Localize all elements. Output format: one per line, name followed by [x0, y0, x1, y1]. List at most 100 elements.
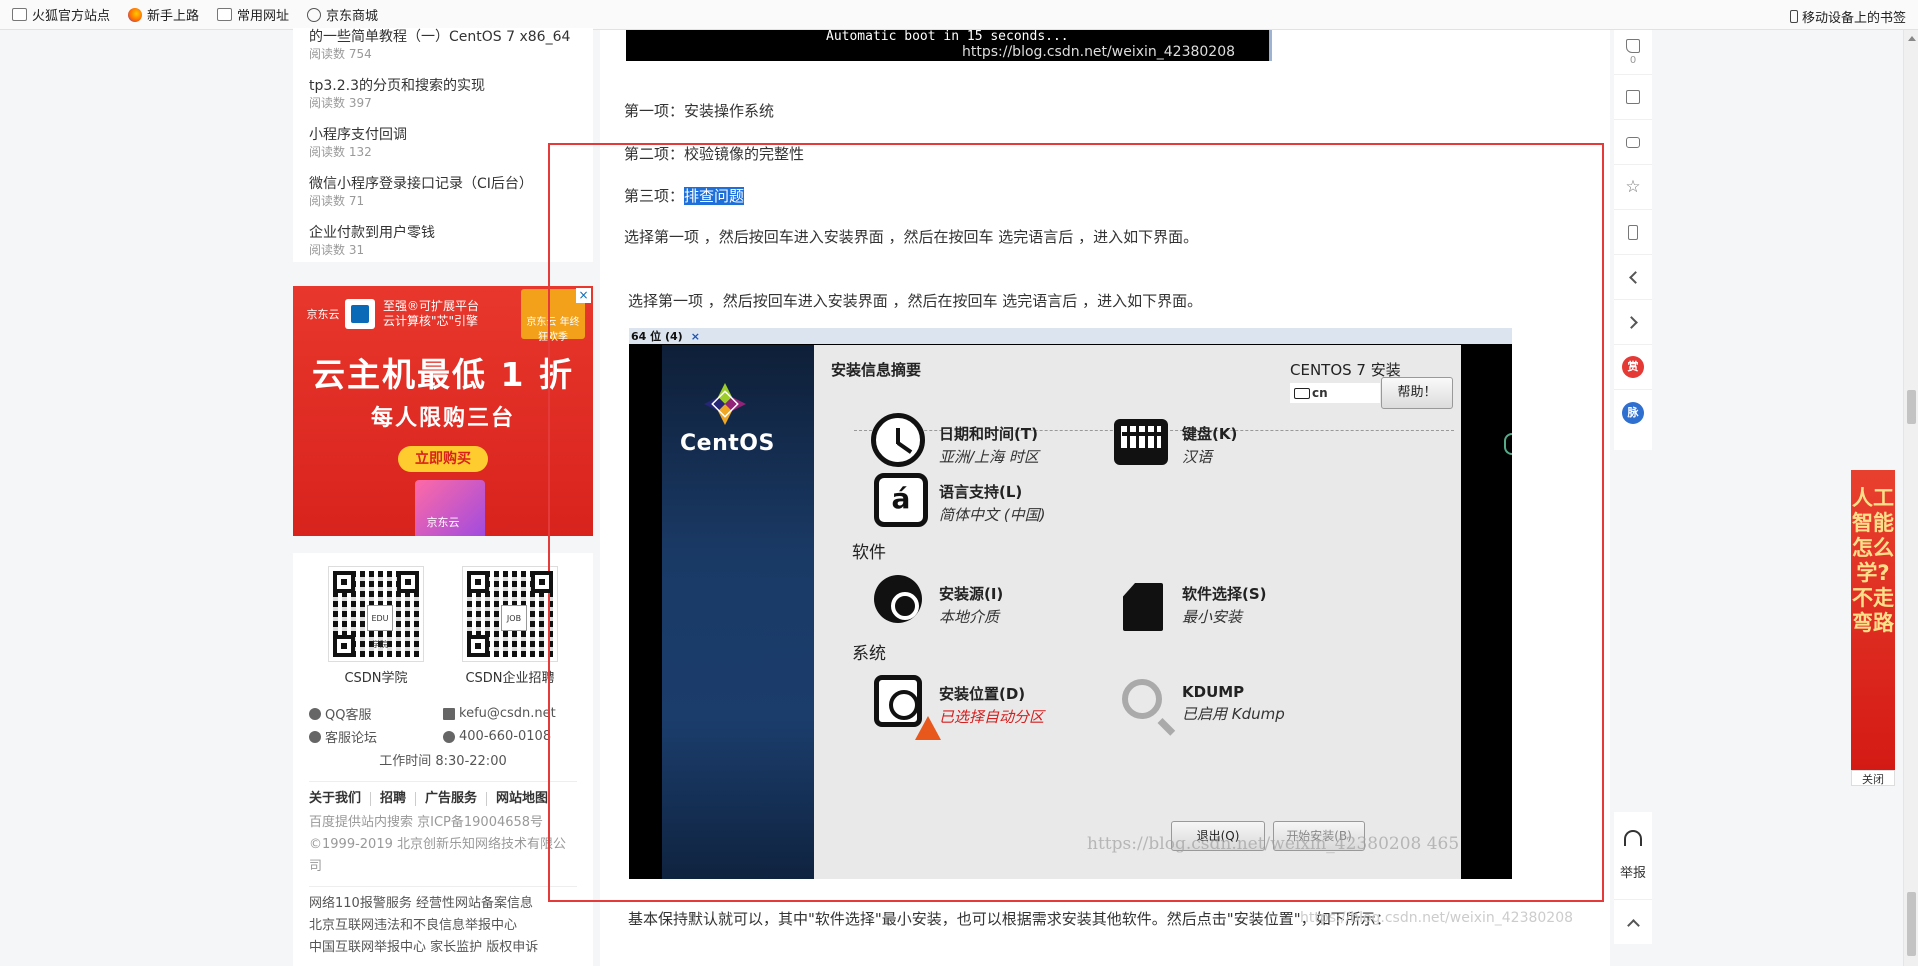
mobile-bookmarks[interactable]: 移动设备上的书签 — [1789, 7, 1906, 26]
phone-icon — [1789, 10, 1798, 23]
qq-label: QQ客服 — [325, 708, 372, 723]
paragraph-prefix: 第三项： — [624, 187, 685, 205]
ai-course-ad[interactable]: 人工智能怎么学?不走弯路 — [1851, 470, 1895, 770]
report-link[interactable]: 北京互联网违法和不良信息举报中心 — [309, 915, 577, 937]
list-item[interactable]: tp3.2.3的分页和搜索的实现 阅读数 397 — [309, 77, 579, 111]
spoke-name: KDUMP — [1182, 683, 1245, 701]
spoke-name: 键盘(K) — [1182, 425, 1238, 443]
ad-buy-button[interactable]: 立即购买 — [398, 446, 488, 472]
ad-headline: 云主机最低 1 折 — [312, 355, 574, 394]
image-watermark: https://blog.csdn.net/weixin_42380208 46… — [1087, 834, 1460, 854]
spoke-status: 亚洲/上海 时区 — [939, 448, 1039, 466]
spoke-status: 已选择自动分区 — [939, 708, 1045, 726]
read-count: 阅读数 754 — [309, 47, 372, 61]
forum-link[interactable]: 客服论坛 — [309, 727, 443, 746]
qq-icon — [309, 707, 321, 720]
page-scrollbar[interactable] — [1903, 30, 1918, 966]
list-item[interactable]: 微信小程序登录接口记录（CI后台） 阅读数 71 — [309, 175, 579, 209]
star-icon: ☆ — [1625, 177, 1641, 197]
bookmark-item[interactable]: 火狐官方站点 — [12, 5, 110, 24]
paragraph: 第一项：安装操作系统 — [624, 102, 775, 120]
keyboard-spoke[interactable]: 键盘(K) 汉语 — [1182, 423, 1237, 467]
footer-link[interactable]: 关于我们 — [309, 792, 370, 806]
selected-text: 排查问题 — [684, 187, 745, 205]
previous-button[interactable] — [1614, 255, 1652, 300]
ad-text: 人工智能怎么学?不走弯路 — [1852, 486, 1894, 635]
article-title[interactable]: 的一些简单教程（一）CentOS 7 x86_64 — [309, 28, 579, 46]
ad-close-button[interactable]: 关闭 — [1851, 770, 1895, 786]
favorite-button[interactable]: ☆ — [1614, 165, 1652, 210]
bookmark-label: 新手上路 — [147, 9, 200, 24]
qr-csdn-edu: EDU 学院 CSDN学院 — [328, 566, 424, 686]
read-count: 阅读数 31 — [309, 243, 365, 257]
comment-button[interactable] — [1614, 120, 1652, 165]
package-icon — [1123, 583, 1163, 631]
ad-subtitle: 云计算核"芯"引擎 — [383, 314, 479, 328]
install-source-spoke[interactable]: 安装源(I) 本地介质 — [939, 583, 1003, 627]
bookmark-label: 京东商城 — [326, 9, 379, 24]
footer-link[interactable]: 广告服务 — [415, 792, 486, 806]
list-item[interactable]: 小程序支付回调 阅读数 132 — [309, 126, 579, 160]
spoke-name: 安装源(I) — [939, 585, 1004, 603]
disc-icon — [874, 575, 922, 623]
comment-icon — [1626, 136, 1640, 148]
back-to-top-button[interactable] — [1614, 900, 1652, 944]
qr-code-icon: EDU 学院 — [328, 566, 424, 662]
language-spoke[interactable]: 语言支持(L) 简体中文 (中国) — [939, 481, 1045, 525]
spoke-name: 语言支持(L) — [939, 483, 1023, 501]
footer-links: 关于我们 招聘 广告服务 网站地图 — [309, 781, 577, 806]
scroll-thumb-secondary[interactable] — [1907, 892, 1916, 956]
mail-icon — [443, 707, 455, 720]
mobile-view-button[interactable] — [1614, 210, 1652, 255]
vm-border — [1461, 345, 1512, 879]
email-link[interactable]: kefu@csdn.net — [443, 704, 577, 723]
summary-title: 安装信息摘要 — [831, 361, 922, 379]
bookmark-item[interactable]: 常用网址 — [217, 5, 289, 24]
footer-link[interactable]: 招聘 — [370, 792, 415, 806]
pulse-button[interactable]: 脉 — [1614, 390, 1652, 435]
datetime-spoke[interactable]: 日期和时间(T) 亚洲/上海 时区 — [939, 423, 1039, 467]
icp-line[interactable]: 百度提供站内搜索 京ICP备19004658号 — [309, 812, 577, 834]
jdcloud-ad[interactable]: × 京东云 至强®可扩展平台 云计算核"芯"引擎 京东云 年终 狂欢季 云主机最… — [293, 286, 593, 536]
spoke-status: 汉语 — [1182, 448, 1213, 466]
ad-close-icon[interactable]: × — [576, 288, 591, 303]
scroll-thumb[interactable] — [1907, 390, 1916, 424]
scroll-up-icon[interactable] — [1908, 36, 1916, 41]
legal-info: 百度提供站内搜索 京ICP备19004658号 ©1999-2019 北京创新乐… — [309, 812, 577, 878]
install-destination-spoke[interactable]: 安装位置(D) 已选择自动分区 — [939, 683, 1044, 727]
article-title[interactable]: 小程序支付回调 — [309, 126, 579, 144]
share-button[interactable] — [1614, 75, 1652, 120]
qr-csdn-job: JOB CSDN企业招聘 — [462, 566, 558, 686]
like-button[interactable]: 0 — [1614, 30, 1652, 75]
language-icon: á — [874, 473, 928, 527]
article-title[interactable]: tp3.2.3的分页和搜索的实现 — [309, 77, 579, 95]
report-button[interactable]: 举报 — [1614, 812, 1652, 900]
centos-installer-screenshot: 64 位 (4) × CentOS 安装信息摘要 CENTOS 7 安装 cn 帮… — [629, 328, 1512, 879]
reward-button[interactable]: 赏 — [1614, 345, 1652, 390]
boot-text: Automatic boot in 15 seconds... — [826, 29, 1069, 44]
telephone-icon — [443, 730, 455, 743]
article-title[interactable]: 微信小程序登录接口记录（CI后台） — [309, 175, 579, 193]
report-link[interactable]: 中国互联网举报中心 家长监护 版权申诉 — [309, 937, 577, 959]
article-title[interactable]: 企业付款到用户零钱 — [309, 224, 579, 242]
report-link[interactable]: 网络110报警服务 经营性网站备案信息 — [309, 893, 577, 915]
ad-tagline: 每人限购三台 — [370, 406, 515, 431]
copyright-line: ©1999-2019 北京创新乐知网络技术有限公司 — [309, 837, 566, 874]
qq-service-link[interactable]: QQ客服 — [309, 704, 443, 723]
text-watermark: https://blog.csdn.net/weixin_42380208 — [1300, 910, 1574, 926]
report-label: 举报 — [1619, 866, 1646, 881]
bookmark-item[interactable]: 新手上路 — [128, 5, 199, 24]
bookmark-item[interactable]: 京东商城 — [307, 5, 378, 24]
next-button[interactable] — [1614, 300, 1652, 345]
list-item[interactable]: 的一些简单教程（一）CentOS 7 x86_64 阅读数 754 — [309, 28, 579, 62]
help-button[interactable]: 帮助！ — [1381, 377, 1453, 409]
phone-label: 400-660-0108 — [459, 729, 552, 744]
qr-label: CSDN企业招聘 — [465, 671, 555, 686]
kdump-spoke[interactable]: KDUMP 已启用 Kdump — [1182, 683, 1285, 724]
footer-link[interactable]: 网站地图 — [486, 792, 557, 806]
software-selection-spoke[interactable]: 软件选择(S) 最小安装 — [1182, 583, 1267, 627]
headset-icon — [1624, 830, 1642, 846]
bookmark-label: 火狐官方站点 — [32, 9, 111, 24]
chevron-right-icon — [1624, 315, 1638, 329]
list-item[interactable]: 企业付款到用户零钱 阅读数 31 — [309, 224, 579, 258]
